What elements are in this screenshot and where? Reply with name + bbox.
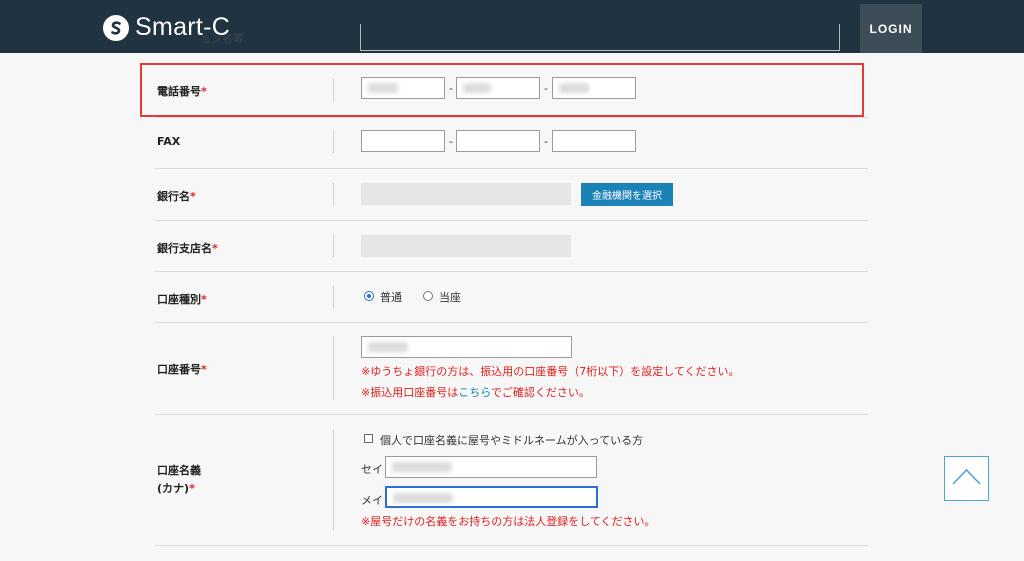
radio-toza-label: 当座: [439, 291, 461, 304]
fax-input-3[interactable]: [552, 130, 636, 152]
fax-row: FAX - -: [155, 117, 868, 169]
sei-input[interactable]: [385, 456, 597, 478]
row-divider: [333, 286, 334, 308]
fax-input-2[interactable]: [456, 130, 540, 152]
account-name-label: 口座名義 (カナ)*: [157, 464, 201, 495]
business-name-checkbox-label: 個人で口座名義に屋号やミドルネームが入っている方: [380, 434, 644, 447]
fax-label: FAX: [157, 135, 181, 148]
row-divider: [333, 183, 334, 205]
row-divider: [333, 131, 334, 153]
radio-futsu[interactable]: [364, 291, 374, 301]
mei-input[interactable]: [385, 486, 598, 508]
branch-label: 銀行支店名*: [157, 242, 218, 255]
bank-label: 銀行名*: [157, 190, 196, 203]
branch-name-field[interactable]: [361, 235, 571, 257]
bank-row: 銀行名* 金融機関を選択: [155, 168, 868, 221]
fax-input-1[interactable]: [361, 130, 445, 152]
row-divider: [333, 336, 334, 400]
mei-label: メイ: [361, 494, 383, 507]
row-divider: [333, 235, 334, 257]
login-button[interactable]: LOGIN: [860, 4, 922, 53]
brand-logo[interactable]: Smart-C: [103, 13, 230, 42]
brand-name: Smart-C: [135, 13, 231, 41]
scroll-to-top-button[interactable]: [944, 456, 989, 501]
chevron-up-icon: [952, 468, 981, 485]
account-number-row: 口座番号* ※ゆうちょ銀行の方は、振込用の口座番号（7桁以下）を設定してください…: [155, 322, 868, 415]
smart-c-logo-icon: [103, 14, 129, 41]
ghost-previous-input: [360, 24, 840, 51]
sei-label: セイ: [361, 463, 383, 476]
account-number-note-1: ※ゆうちょ銀行の方は、振込用の口座番号（7桁以下）を設定してください。: [361, 365, 740, 378]
account-name-row: 口座名義 (カナ)* 個人で口座名義に屋号やミドルネームが入っている方 セイ メ…: [155, 414, 868, 546]
row-divider: [333, 430, 334, 530]
account-number-input[interactable]: [361, 336, 572, 358]
account-name-note: ※屋号だけの名義をお持ちの方は法人登録をしてください。: [361, 515, 656, 528]
account-number-label: 口座番号*: [157, 363, 207, 376]
branch-row: 銀行支店名*: [155, 220, 868, 272]
account-number-note-2: ※振込用口座番号はこちらでご確認ください。: [361, 386, 590, 399]
business-name-checkbox[interactable]: [364, 434, 373, 443]
account-type-row: 口座種別* 普通 当座: [155, 271, 868, 323]
radio-futsu-label: 普通: [380, 291, 402, 304]
fax-separator-2: -: [544, 135, 548, 148]
highlight-box: [140, 63, 864, 117]
select-bank-button[interactable]: 金融機関を選択: [581, 183, 673, 206]
top-header: ョン名等 Smart-C LOGIN: [0, 0, 1024, 53]
radio-toza[interactable]: [423, 291, 433, 301]
check-here-link[interactable]: こちら: [458, 386, 491, 399]
account-type-label: 口座種別*: [157, 293, 207, 306]
bank-name-field[interactable]: [361, 183, 571, 205]
fax-separator-1: -: [449, 135, 453, 148]
